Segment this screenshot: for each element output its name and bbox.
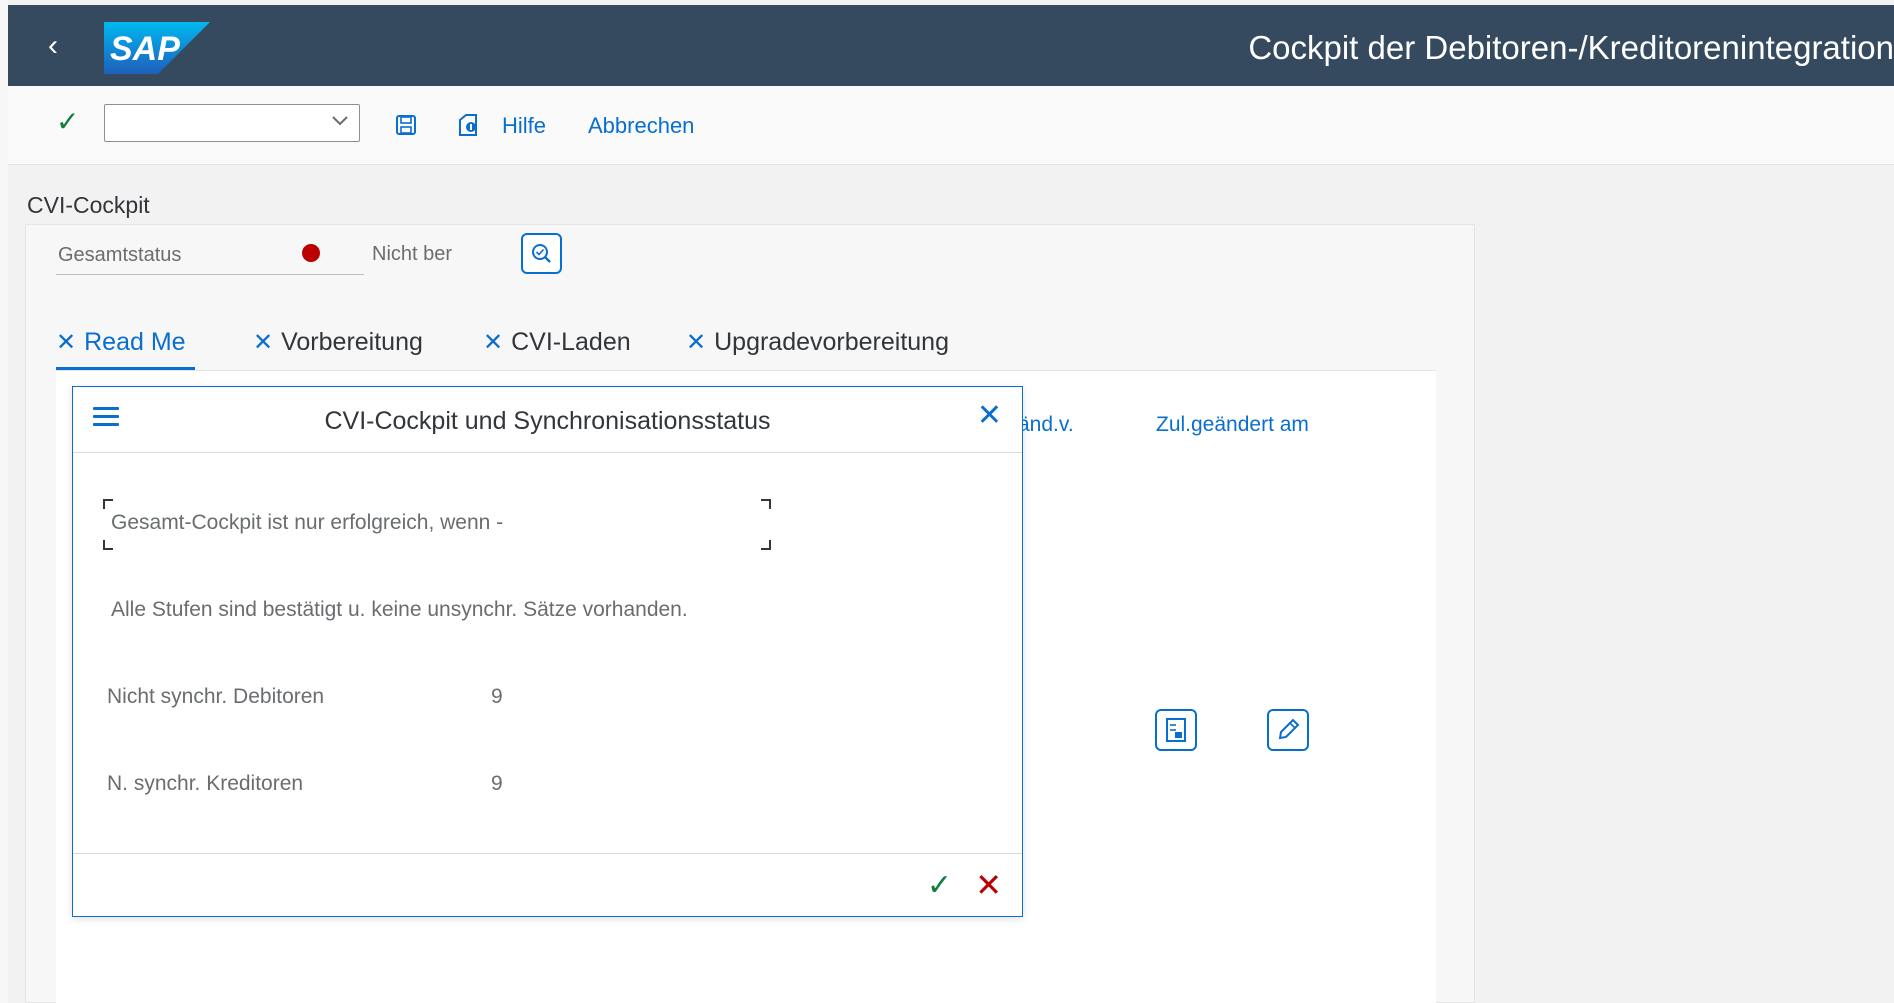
unsynced-debtors-label: Nicht synchr. Debitoren bbox=[107, 685, 325, 708]
dialog-header: CVI-Cockpit und Synchronisationsstatus ✕ bbox=[73, 387, 1022, 453]
tab-label: Upgradevorbereitung bbox=[714, 328, 949, 356]
status-indicator-icon bbox=[302, 244, 320, 262]
focus-corner bbox=[761, 499, 771, 509]
dialog-info-line-2: Alle Stufen sind bestätigt u. keine unsy… bbox=[111, 598, 688, 621]
dialog-title: CVI-Cockpit und Synchronisationsstatus bbox=[324, 407, 771, 435]
chevron-down-icon[interactable] bbox=[331, 111, 349, 134]
inspect-icon bbox=[532, 244, 551, 263]
help-icon bbox=[459, 114, 477, 136]
cancel-link[interactable]: Abbrechen bbox=[588, 113, 694, 139]
tab-vorbereitung[interactable]: ✕ Vorbereitung bbox=[253, 328, 423, 357]
enter-button[interactable]: ✓ bbox=[56, 105, 79, 138]
window-edge bbox=[0, 0, 8, 1003]
command-field[interactable] bbox=[104, 104, 360, 142]
display-icon bbox=[1166, 718, 1186, 742]
unsynced-creditors-label: N. synchr. Kreditoren bbox=[107, 772, 304, 795]
tab-label: Vorbereitung bbox=[281, 328, 423, 356]
unsynced-debtors-value: 9 bbox=[491, 685, 503, 708]
tab-upgradevorbereitung[interactable]: ✕ Upgradevorbereitung bbox=[686, 328, 949, 357]
dialog-footer: ✓ ✕ bbox=[73, 853, 1022, 918]
reject-icon[interactable]: ✕ bbox=[975, 866, 1002, 904]
tab-close-icon: ✕ bbox=[253, 329, 274, 356]
column-header-changed-on[interactable]: Zul.geändert am bbox=[1156, 413, 1309, 437]
checkmark-icon: ✓ bbox=[56, 106, 80, 137]
display-button[interactable] bbox=[1155, 709, 1197, 751]
sap-logo: SAP bbox=[104, 22, 210, 74]
tab-close-icon: ✕ bbox=[686, 329, 707, 356]
back-icon: ‹ bbox=[48, 29, 58, 62]
focus-corner bbox=[103, 540, 113, 550]
save-icon bbox=[396, 115, 416, 135]
sync-status-dialog: CVI-Cockpit und Synchronisationsstatus ✕… bbox=[72, 386, 1023, 917]
tab-label: CVI-Laden bbox=[511, 328, 631, 356]
back-button[interactable]: ‹ bbox=[48, 29, 78, 63]
page-title: CVI-Cockpit bbox=[27, 192, 150, 218]
toolbar: ✓ Hilfe Abbrechen bbox=[8, 86, 1894, 165]
unsynced-creditors-value: 9 bbox=[491, 772, 503, 795]
shell-bar: ‹ SAP Cockpit der Debitoren-/Kreditoreni… bbox=[8, 5, 1894, 86]
close-icon[interactable]: ✕ bbox=[977, 401, 1002, 431]
dialog-info-line-1: Gesamt-Cockpit ist nur erfolgreich, wenn… bbox=[111, 511, 504, 534]
focus-corner bbox=[761, 540, 771, 550]
tab-label: Read Me bbox=[84, 328, 186, 356]
tab-read-me[interactable]: ✕ Read Me bbox=[56, 328, 186, 357]
active-tab-indicator bbox=[56, 367, 195, 370]
overall-status-field: Gesamtstatus bbox=[56, 238, 364, 275]
column-header-changed-by[interactable]: änd.v. bbox=[1018, 413, 1074, 437]
help-button[interactable] bbox=[456, 112, 482, 138]
overall-status-value: Nicht ber bbox=[372, 243, 453, 265]
help-link[interactable]: Hilfe bbox=[502, 113, 546, 139]
edit-button[interactable] bbox=[1267, 709, 1309, 751]
save-button[interactable] bbox=[395, 114, 417, 136]
tab-close-icon: ✕ bbox=[56, 329, 77, 356]
edit-icon bbox=[1278, 718, 1300, 740]
status-details-button[interactable] bbox=[521, 233, 562, 274]
sap-logo-text: SAP bbox=[110, 30, 180, 68]
app-title: Cockpit der Debitoren-/Kreditorenintegra… bbox=[1248, 29, 1894, 66]
tab-divider bbox=[56, 370, 1436, 371]
tab-close-icon: ✕ bbox=[483, 329, 504, 356]
accept-icon[interactable]: ✓ bbox=[927, 868, 952, 903]
focus-corner bbox=[103, 499, 113, 509]
tab-cvi-laden[interactable]: ✕ CVI-Laden bbox=[483, 328, 631, 357]
overall-status-label: Gesamtstatus bbox=[58, 244, 182, 266]
